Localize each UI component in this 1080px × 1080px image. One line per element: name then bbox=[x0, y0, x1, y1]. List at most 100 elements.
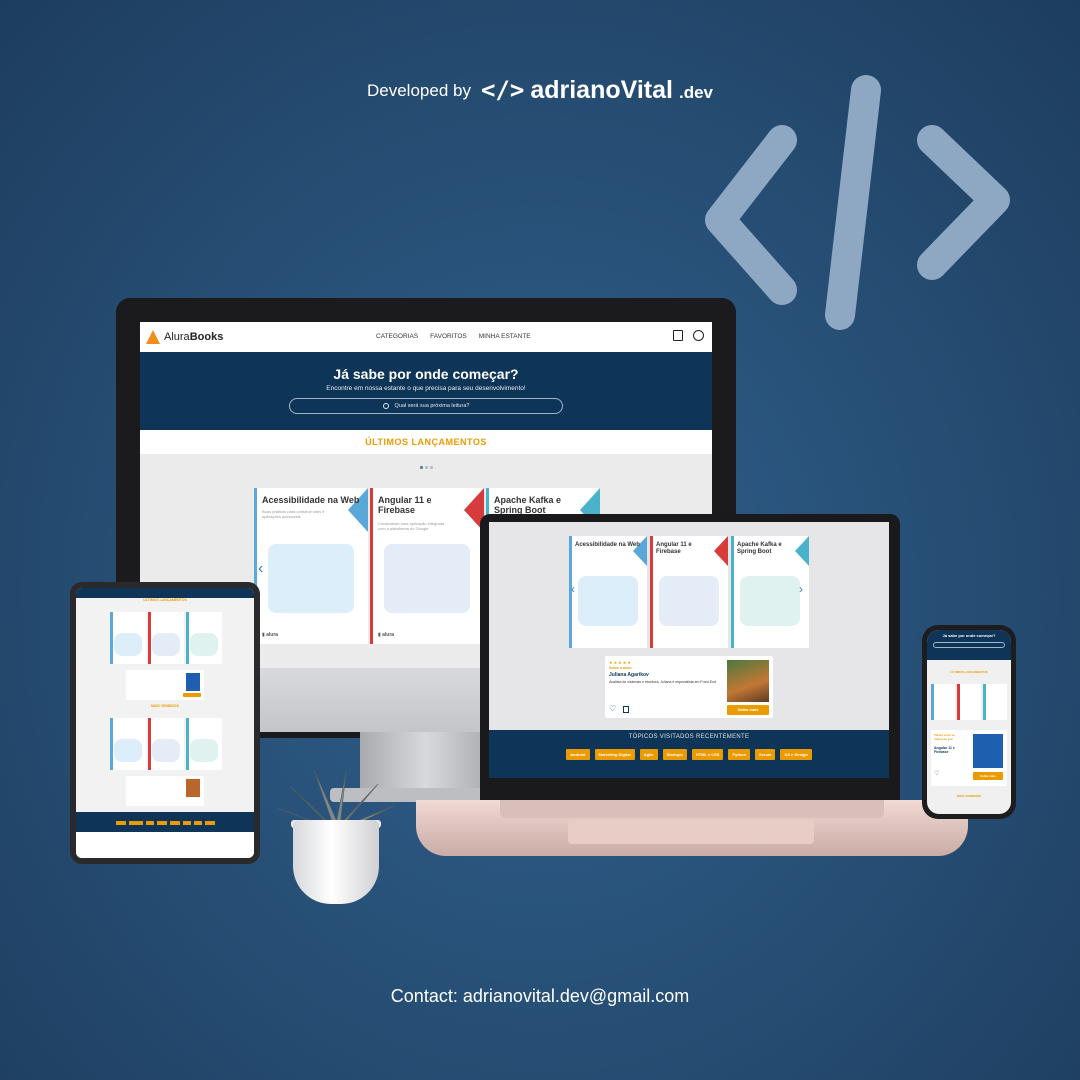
site-navbar: AluraBooks CATEGORIAS FAVORITOS MINHA ES… bbox=[140, 322, 712, 352]
contact-line: Contact: adrianovital.dev@gmail.com bbox=[390, 986, 690, 1006]
topic-tags: Android Marketing Digital Agile Startups… bbox=[489, 749, 889, 760]
topic-tag[interactable] bbox=[156, 821, 167, 825]
book-cover[interactable] bbox=[186, 718, 222, 770]
topic-tag[interactable] bbox=[128, 821, 143, 825]
saiba-mais-button[interactable]: Saiba mais bbox=[727, 705, 769, 715]
card-label: Sobre o autor bbox=[609, 666, 632, 670]
card-book-title: Angular 11 e Firebase bbox=[934, 746, 955, 755]
author-photo bbox=[727, 660, 769, 702]
book-title: Angular 11 e Firebase bbox=[378, 495, 432, 515]
book-subtitle: Construindo uma aplicação integrada com … bbox=[378, 521, 445, 531]
book-title: Apache Kafka e Spring Boot bbox=[494, 495, 562, 515]
topic-tag[interactable] bbox=[115, 821, 126, 825]
search-icon bbox=[382, 403, 389, 409]
topic-tag-marketing[interactable]: Marketing Digital bbox=[594, 749, 635, 760]
book-title: Acessibilidade na Web bbox=[262, 495, 360, 505]
author-name: Juliana Agarikov bbox=[609, 672, 649, 678]
book-cover[interactable]: Angular 11 e Firebase Construindo uma ap… bbox=[370, 488, 484, 644]
saiba-mais-button[interactable]: Saiba mais bbox=[973, 772, 1003, 780]
book-publisher: ▮ alura bbox=[378, 632, 395, 638]
book-subtitle: Boas práticas para construir sites e apl… bbox=[262, 509, 325, 519]
angular-book-thumb bbox=[186, 673, 200, 691]
brand-name: adrianoVital bbox=[530, 76, 673, 104]
angular-book-thumb bbox=[973, 734, 1003, 768]
card-heading: Talvez você se interesse por bbox=[934, 733, 955, 741]
search-input[interactable]: Qual será sua próxima leitura? bbox=[289, 398, 563, 414]
topic-tag-startups[interactable]: Startups bbox=[662, 749, 687, 760]
logo-text-light: Alura bbox=[164, 331, 190, 343]
logo-text-bold: Books bbox=[189, 331, 224, 343]
book-publisher: ▮ alura bbox=[262, 632, 279, 638]
hero-title: Já sabe por onde começar? bbox=[333, 366, 519, 382]
phone-search-input[interactable] bbox=[933, 642, 1005, 648]
book-cover[interactable]: Angular 11 e Firebase bbox=[650, 536, 728, 648]
saiba-mais-button[interactable] bbox=[183, 693, 201, 697]
book-illustration bbox=[659, 576, 719, 626]
topic-tag-python[interactable]: Python bbox=[728, 749, 751, 760]
carousel-dot[interactable] bbox=[429, 466, 433, 469]
topic-tag-agile[interactable]: Agile bbox=[639, 749, 658, 760]
author-photo bbox=[186, 779, 200, 797]
recommend-card bbox=[126, 670, 204, 700]
book-cover[interactable] bbox=[983, 684, 1007, 720]
book-cover[interactable] bbox=[148, 718, 184, 770]
author-description: Analista de sistemas e escritora, Julian… bbox=[609, 680, 716, 684]
topic-tag-android[interactable]: Android bbox=[566, 749, 590, 760]
heart-icon[interactable]: ♡ bbox=[934, 770, 939, 777]
topic-tag[interactable] bbox=[182, 821, 191, 825]
book-cover[interactable] bbox=[957, 684, 981, 720]
laptop-keyboard-well bbox=[500, 800, 884, 818]
phone-hero-title: Já sabe por onde começar? bbox=[942, 633, 996, 638]
book-cover[interactable] bbox=[148, 612, 184, 664]
book-illustration bbox=[740, 576, 800, 626]
carousel-dot[interactable] bbox=[419, 466, 423, 469]
book-cover[interactable] bbox=[110, 612, 146, 664]
user-icon[interactable] bbox=[693, 330, 704, 341]
topic-tag[interactable] bbox=[204, 821, 215, 825]
topic-tag[interactable] bbox=[193, 821, 202, 825]
topic-tag[interactable] bbox=[145, 821, 154, 825]
carousel-prev-arrow-icon[interactable]: ‹ bbox=[258, 560, 263, 578]
shopping-bag-icon[interactable] bbox=[623, 706, 629, 713]
topic-tag[interactable] bbox=[169, 821, 180, 825]
phone-recommended-title: MAIS VENDIDOS bbox=[956, 794, 981, 798]
carousel-dot[interactable] bbox=[424, 466, 428, 469]
nav-categorias[interactable]: CATEGORIAS bbox=[376, 333, 418, 340]
book-title: Angular 11 e Firebase bbox=[656, 542, 692, 555]
topic-tag-scrum[interactable]: Scrum bbox=[755, 749, 776, 760]
carousel-prev-arrow-icon[interactable]: ‹ bbox=[571, 582, 575, 596]
shopping-bag-icon[interactable] bbox=[673, 330, 683, 341]
heart-icon[interactable]: ♡ bbox=[609, 704, 616, 713]
carousel-dots bbox=[140, 466, 712, 469]
nav-minha-estante[interactable]: MINHA ESTANTE bbox=[479, 333, 531, 340]
nav-favoritos[interactable]: FAVORITOS bbox=[430, 333, 467, 340]
plant-pot bbox=[293, 820, 379, 904]
tablet-header bbox=[76, 588, 254, 598]
developer-logo: </> adrianoVital .dev bbox=[481, 76, 713, 105]
laptop-trackpad bbox=[568, 820, 814, 844]
book-illustration bbox=[383, 544, 471, 613]
hero-subtitle: Encontre em nossa estante o que precisa … bbox=[326, 385, 526, 392]
phone-screen: Já sabe por onde começar? ÚLTIMOS LANÇAM… bbox=[927, 630, 1011, 814]
book-cover[interactable]: Acessibilidade na Web bbox=[569, 536, 647, 648]
carousel-next-arrow-icon[interactable]: › bbox=[799, 582, 803, 596]
laptop-screen: Acessibilidade na Web Angular 11 e Fireb… bbox=[489, 522, 889, 778]
book-cover[interactable] bbox=[186, 612, 222, 664]
nav-links: CATEGORIAS FAVORITOS MINHA ESTANTE bbox=[376, 333, 531, 340]
book-cover[interactable]: Acessibilidade na Web Boas práticas para… bbox=[254, 488, 368, 644]
developed-by-label: Developed by bbox=[367, 80, 471, 100]
code-brackets-icon bbox=[705, 75, 1010, 330]
book-illustration bbox=[267, 544, 355, 613]
book-cover[interactable]: Apache Kafka e Spring Boot bbox=[731, 536, 809, 648]
book-cover[interactable] bbox=[110, 718, 146, 770]
topic-tag-ux[interactable]: UX e Design bbox=[780, 749, 812, 760]
topic-tag-html-css[interactable]: HTML e CSS bbox=[691, 749, 724, 760]
tablet-recommended-title: MAIS VENDIDOS bbox=[150, 704, 179, 708]
author-card: ★★★★★ Sobre o autor Juliana Agarikov Ana… bbox=[605, 656, 773, 718]
book-title: Apache Kafka e Spring Boot bbox=[737, 542, 782, 555]
search-placeholder: Qual será sua próxima leitura? bbox=[394, 403, 470, 409]
tablet-launches-title: ÚLTIMOS LANÇAMENTOS bbox=[143, 598, 187, 602]
alurabooks-logo[interactable]: AluraBooks bbox=[146, 330, 223, 344]
launches-heading-bar: ÚLTIMOS LANÇAMENTOS bbox=[140, 430, 712, 454]
book-cover[interactable] bbox=[931, 684, 955, 720]
